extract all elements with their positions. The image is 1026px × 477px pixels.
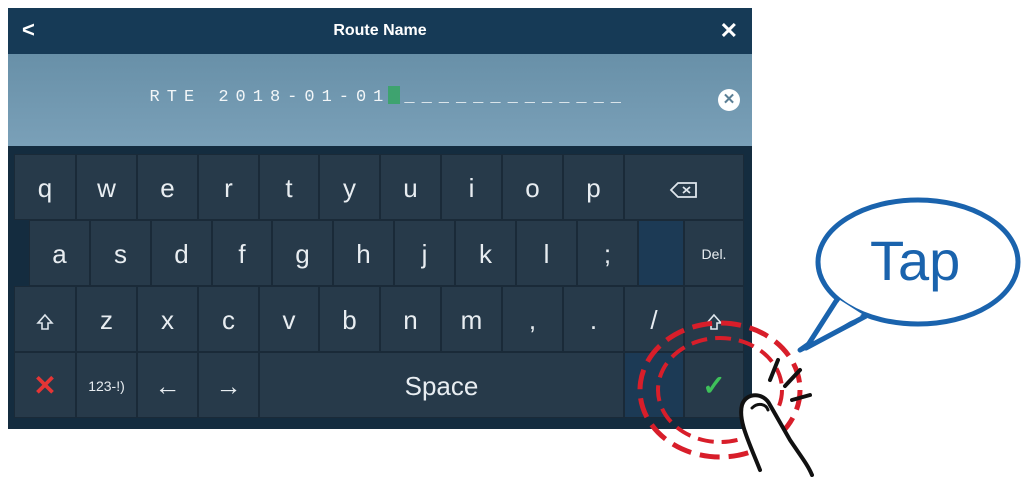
backspace-key[interactable] [624, 154, 744, 220]
text-caret [388, 86, 401, 104]
key-l[interactable]: l [516, 220, 577, 286]
input-placeholder-underscores: _____________ [404, 88, 628, 107]
key-semicolon[interactable]: ; [577, 220, 638, 286]
key-b[interactable]: b [319, 286, 380, 352]
cursor-left-key[interactable]: ← [137, 352, 198, 418]
route-name-value: RTE 2018-01-01 [149, 88, 391, 107]
clear-input-button[interactable]: ✕ [718, 89, 740, 111]
key-c[interactable]: c [198, 286, 259, 352]
key-s[interactable]: s [90, 220, 151, 286]
shift-icon [705, 305, 723, 335]
key-q[interactable]: q [14, 154, 76, 220]
keyboard-screen: < Route Name ✕ RTE 2018-01-01 ___________… [8, 8, 752, 429]
delete-key[interactable]: Del. [684, 220, 744, 286]
key-v[interactable]: v [259, 286, 319, 352]
key-j[interactable]: j [394, 220, 455, 286]
close-button[interactable]: ✕ [720, 8, 738, 54]
key-i[interactable]: i [441, 154, 502, 220]
blank-key [624, 352, 684, 418]
blank-key [638, 220, 684, 286]
key-w[interactable]: w [76, 154, 137, 220]
key-h[interactable]: h [333, 220, 394, 286]
tap-callout-label: Tap [870, 229, 961, 292]
enter-key[interactable]: ✓ [684, 352, 744, 418]
key-slash[interactable]: / [624, 286, 684, 352]
shift-key-left[interactable] [14, 286, 76, 352]
key-d[interactable]: d [151, 220, 212, 286]
key-comma[interactable]: , [502, 286, 563, 352]
route-name-field[interactable]: RTE 2018-01-01 _____________ [8, 86, 628, 112]
key-g[interactable]: g [272, 220, 333, 286]
space-key[interactable]: Space [259, 352, 624, 418]
key-y[interactable]: y [319, 154, 380, 220]
text-input-area[interactable]: RTE 2018-01-01 _____________ ✕ [8, 54, 752, 146]
shift-icon [36, 305, 54, 335]
key-o[interactable]: o [502, 154, 563, 220]
numbers-symbols-key[interactable]: 123-!) [76, 352, 137, 418]
key-f[interactable]: f [212, 220, 272, 286]
key-x[interactable]: x [137, 286, 198, 352]
key-p[interactable]: p [563, 154, 624, 220]
key-u[interactable]: u [380, 154, 441, 220]
backspace-icon [669, 173, 699, 203]
key-n[interactable]: n [380, 286, 441, 352]
key-t[interactable]: t [259, 154, 319, 220]
cancel-key[interactable]: ✕ [14, 352, 76, 418]
title-bar: < Route Name ✕ [8, 8, 752, 54]
page-title: Route Name [333, 22, 427, 39]
key-z[interactable]: z [76, 286, 137, 352]
shift-key-right[interactable] [684, 286, 744, 352]
key-k[interactable]: k [455, 220, 516, 286]
key-e[interactable]: e [137, 154, 198, 220]
key-period[interactable]: . [563, 286, 624, 352]
cursor-right-key[interactable]: → [198, 352, 259, 418]
key-m[interactable]: m [441, 286, 502, 352]
onscreen-keyboard: q w e r t y u i o p a s d f g h j k l ; … [8, 146, 752, 429]
tap-motion-lines-icon [768, 358, 812, 402]
key-r[interactable]: r [198, 154, 259, 220]
key-a[interactable]: a [29, 220, 90, 286]
